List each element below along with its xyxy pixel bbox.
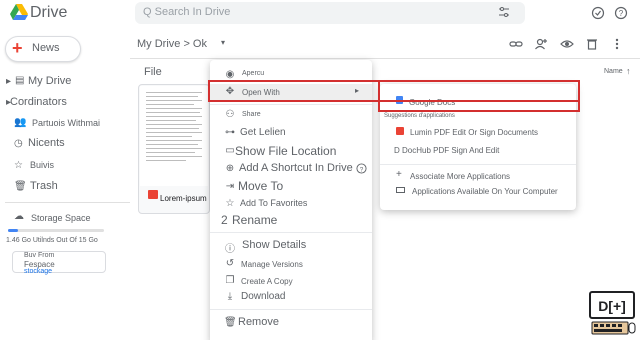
buy-storage-link[interactable]: stockage — [24, 268, 52, 275]
submenu-associate-apps[interactable]: Associate More Applications — [410, 172, 510, 181]
menu-item-preview[interactable]: Apercu — [242, 70, 264, 77]
menu-item-create-copy[interactable]: Create A Copy — [241, 277, 293, 286]
file-name[interactable]: Lorem-ipsum — [160, 194, 207, 203]
chevron-down-icon[interactable]: ▾ — [221, 38, 225, 47]
svg-text:D[+]: D[+] — [598, 298, 626, 314]
app-name[interactable]: Drive — [30, 4, 67, 22]
lumin-pdf-icon — [396, 127, 404, 135]
delete-icon[interactable] — [585, 37, 599, 51]
rename-number: 2 — [221, 213, 228, 227]
menu-item-share[interactable]: Share — [242, 111, 261, 118]
sidebar-divider — [5, 202, 130, 203]
sidebar-item-shared[interactable]: Partuois Withmai — [32, 118, 100, 128]
menu-item-manage-versions[interactable]: Manage Versions — [241, 260, 303, 269]
svg-text:?: ? — [360, 166, 364, 173]
svg-text:?: ? — [619, 9, 624, 18]
shortcut-icon: ⊕ — [225, 163, 235, 174]
trash-icon: 🗑 — [224, 317, 237, 328]
sidebar-item-computers[interactable]: Cordinators — [10, 96, 67, 108]
pdf-icon — [148, 190, 158, 199]
storage-label[interactable]: Storage Space — [31, 213, 91, 223]
storage-bar — [8, 229, 104, 232]
info-icon: ⓘ — [225, 244, 235, 255]
menu-item-download[interactable]: Download — [241, 291, 285, 302]
link-icon[interactable] — [509, 37, 523, 51]
sidebar-item-recent[interactable]: Nicents — [28, 137, 65, 149]
star-icon: ☆ — [225, 198, 235, 209]
highlight-box-google-docs — [378, 80, 580, 112]
preview-eye-icon[interactable] — [560, 37, 574, 51]
status-check-icon[interactable] — [591, 6, 605, 20]
more-vert-icon[interactable] — [610, 37, 624, 51]
sidebar-item-my-drive[interactable]: My Drive — [28, 75, 71, 87]
menu-divider — [210, 309, 372, 310]
help-icon[interactable]: ? — [614, 6, 628, 20]
submenu-divider — [380, 164, 576, 165]
menu-divider — [210, 232, 372, 233]
search-options-icon[interactable] — [497, 5, 511, 19]
sort-by-name[interactable]: Name — [604, 68, 623, 75]
toolbar-divider — [130, 58, 640, 59]
buy-storage-line1: Buv From — [24, 252, 55, 259]
sidebar-item-trash[interactable]: Trash — [30, 180, 58, 192]
search-input[interactable]: Q Search In Drive — [143, 6, 230, 18]
storage-usage-text: 1.46 Go Utilnds Out Of 15 Go — [6, 237, 98, 244]
share-person-add-icon[interactable] — [534, 37, 548, 51]
menu-item-rename[interactable]: Rename — [232, 213, 277, 227]
file-thumbnail-text — [146, 92, 204, 164]
sort-arrow-up-icon[interactable]: ↑ — [626, 66, 631, 76]
link-icon: ⊶ — [225, 127, 235, 138]
menu-divider — [210, 104, 372, 105]
menu-item-show-location[interactable]: Show File Location — [235, 144, 336, 158]
trash-icon: 🗑 — [14, 181, 27, 192]
help-icon[interactable]: ? — [356, 163, 367, 174]
computer-icon — [396, 187, 405, 193]
plus-icon: + — [12, 38, 23, 58]
watermark-logo: D[+] — [589, 291, 636, 335]
menu-item-add-favorites[interactable]: Add To Favorites — [240, 198, 307, 208]
expand-arrow-icon[interactable]: ▸ — [6, 76, 11, 87]
submenu-computer-apps[interactable]: Applications Available On Your Computer — [412, 187, 558, 196]
cloud-icon: ☁ — [14, 211, 24, 222]
sidebar-item-starred[interactable]: Buivis — [30, 160, 54, 170]
menu-item-remove[interactable]: Remove — [238, 316, 279, 328]
person-add-icon: ⚇ — [225, 109, 235, 120]
submenu-dochub-pdf[interactable]: D DocHub PDF Sign And Edit — [394, 146, 499, 155]
new-button-label: News — [32, 42, 60, 54]
star-icon: ☆ — [14, 160, 23, 171]
menu-item-add-shortcut[interactable]: Add A Shortcut In Drive — [239, 162, 353, 174]
suggestions-header: Suggestions d'applications — [384, 113, 455, 119]
eye-icon: ◉ — [225, 69, 235, 80]
storage-bar-fill — [8, 229, 18, 232]
plus-icon: + — [396, 169, 402, 180]
breadcrumb[interactable]: My Drive > Ok — [137, 38, 207, 50]
submenu-lumin-pdf[interactable]: Lumin PDF Edit Or Sign Documents — [410, 128, 538, 137]
move-to-icon: ⇥ — [225, 181, 235, 192]
drive-logo-icon[interactable] — [10, 4, 28, 20]
menu-item-get-link[interactable]: Get Lelien — [240, 127, 286, 138]
files-section-label: File — [144, 66, 162, 78]
download-icon: ⤓ — [227, 291, 233, 302]
my-drive-icon: ▤ — [15, 75, 25, 86]
menu-item-move-to[interactable]: Move To — [238, 179, 283, 193]
menu-item-show-details[interactable]: Show Details — [242, 239, 306, 251]
people-icon: 👥 — [14, 117, 27, 128]
copy-icon: ❐ — [225, 275, 235, 286]
clock-icon: ◷ — [14, 138, 23, 149]
history-icon: ↺ — [225, 258, 235, 269]
